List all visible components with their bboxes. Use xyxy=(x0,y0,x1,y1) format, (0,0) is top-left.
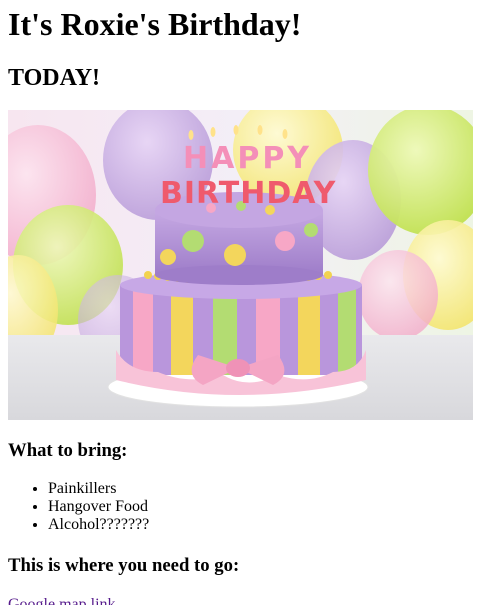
list-item: Alcohol??????? xyxy=(48,516,486,534)
page-subtitle: TODAY! xyxy=(8,65,101,91)
bring-heading: What to bring: xyxy=(8,440,128,461)
birthday-cake-image: HAPPY BIRTHDAY xyxy=(8,110,473,420)
list-item: Hangover Food xyxy=(48,498,486,516)
bring-list: Painkillers Hangover Food Alcohol??????? xyxy=(8,480,486,534)
page-title: It's Roxie's Birthday! xyxy=(8,6,302,42)
page-content: It's Roxie's Birthday! TODAY! HAPPY BIRT… xyxy=(0,0,494,605)
cake-text-birthday: BIRTHDAY xyxy=(160,176,337,211)
google-map-link[interactable]: Google map link xyxy=(8,596,116,605)
cake-text-happy: HAPPY xyxy=(183,141,312,176)
directions-heading: This is where you need to go: xyxy=(8,555,240,576)
list-item: Painkillers xyxy=(48,480,486,498)
